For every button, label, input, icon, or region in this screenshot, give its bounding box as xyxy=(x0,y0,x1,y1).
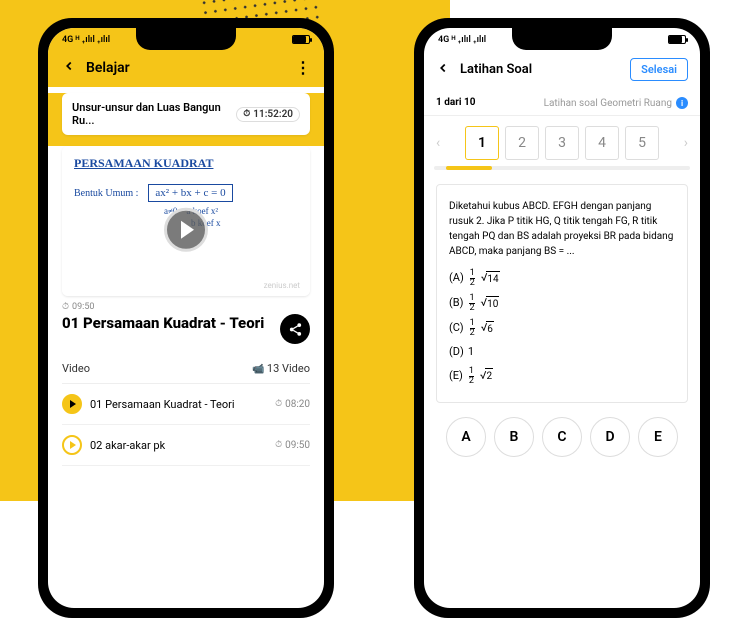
pager-prev[interactable]: ‹ xyxy=(434,135,442,151)
battery-icon xyxy=(668,35,686,44)
phone-left: 4G ᴴ ₊ılıl ₊ılıl Belajar ⋮ Unsur-unsur d… xyxy=(38,18,334,618)
option[interactable]: (A)12√14 xyxy=(449,269,675,288)
pager-next[interactable]: › xyxy=(682,135,690,151)
pager-page-2[interactable]: 2 xyxy=(505,126,539,160)
answer-button-c[interactable]: C xyxy=(542,417,582,457)
video-title: 01 Persamaan Kuadrat - Teori xyxy=(62,314,280,333)
video-thumbnail[interactable]: PERSAMAAN KUADRAT Bentuk Umum : ax² + bx… xyxy=(62,146,310,296)
slide-title: PERSAMAAN KUADRAT xyxy=(74,156,298,171)
list-head-count: 📹 13 Video xyxy=(252,362,310,375)
watermark: zenius.net xyxy=(264,281,300,290)
topic-label: Unsur-unsur dan Luas Bangun Ru... xyxy=(72,101,236,127)
pager-page-3[interactable]: 3 xyxy=(545,126,579,160)
option[interactable]: (E)12√2 xyxy=(449,367,675,386)
pager-page-5[interactable]: 5 xyxy=(625,126,659,160)
question-card: Diketahui kubus ABCD. EFGH dengan panjan… xyxy=(436,184,688,403)
header: Belajar ⋮ xyxy=(48,50,324,87)
progress-text: 1 dari 10 xyxy=(436,97,475,109)
list-item[interactable]: 02 akar-akar pk ⏱09:50 xyxy=(62,425,310,466)
done-button[interactable]: Selesai xyxy=(630,58,688,81)
share-button[interactable] xyxy=(280,314,310,344)
list-head-label: Video xyxy=(62,362,90,375)
answer-button-a[interactable]: A xyxy=(446,417,486,457)
pager-page-1[interactable]: 1 xyxy=(465,126,499,160)
topic-chip[interactable]: Unsur-unsur dan Luas Bangun Ru... ⏱11:52… xyxy=(62,93,310,135)
list-item-time: ⏱09:50 xyxy=(275,440,310,451)
play-button[interactable] xyxy=(164,208,208,252)
slide-equation: ax² + bx + c = 0 xyxy=(148,184,232,202)
answer-button-e[interactable]: E xyxy=(638,417,678,457)
back-icon[interactable] xyxy=(436,61,450,79)
page-title: Belajar xyxy=(86,60,130,76)
list-item-time: ⏱08:20 xyxy=(275,399,310,410)
play-icon xyxy=(62,394,82,414)
subheader: 1 dari 10 Latihan soal Geometri Ruangi xyxy=(424,91,700,116)
menu-icon[interactable]: ⋮ xyxy=(295,58,310,77)
battery-icon xyxy=(292,35,310,44)
answer-button-b[interactable]: B xyxy=(494,417,534,457)
signal-icon: 4G ᴴ ₊ılıl ₊ılıl xyxy=(62,34,110,45)
option[interactable]: (B)12√10 xyxy=(449,294,675,313)
pager-page-4[interactable]: 4 xyxy=(585,126,619,160)
signal-icon: 4G ᴴ ₊ılıl ₊ılıl xyxy=(438,34,486,45)
list-item-title: 01 Persamaan Kuadrat - Teori xyxy=(90,398,235,411)
option[interactable]: (C)12√6 xyxy=(449,319,675,338)
header: Latihan Soal Selesai xyxy=(424,50,700,91)
pager-indicator xyxy=(446,166,492,170)
slide-subtitle: Bentuk Umum : xyxy=(74,188,138,199)
question-text: Diketahui kubus ABCD. EFGH dengan panjan… xyxy=(449,199,675,259)
phone-right: 4G ᴴ ₊ılıl ₊ılıl Latihan Soal Selesai 1 … xyxy=(414,18,710,618)
play-icon xyxy=(62,435,82,455)
exercise-label: Latihan soal Geometri Ruangi xyxy=(544,97,688,109)
video-timestamp: ⏱09:50 xyxy=(62,296,310,312)
notch xyxy=(136,28,236,50)
list-item[interactable]: 01 Persamaan Kuadrat - Teori ⏱08:20 xyxy=(62,384,310,425)
info-icon[interactable]: i xyxy=(676,97,688,109)
list-item-title: 02 akar-akar pk xyxy=(90,439,165,452)
notch xyxy=(512,28,612,50)
option[interactable]: (D)1 xyxy=(449,344,675,361)
back-icon[interactable] xyxy=(62,59,76,77)
topic-duration: ⏱11:52:20 xyxy=(236,107,300,122)
question-pager: ‹ 12345 › xyxy=(424,116,700,160)
answer-button-d[interactable]: D xyxy=(590,417,630,457)
page-title: Latihan Soal xyxy=(460,62,532,77)
